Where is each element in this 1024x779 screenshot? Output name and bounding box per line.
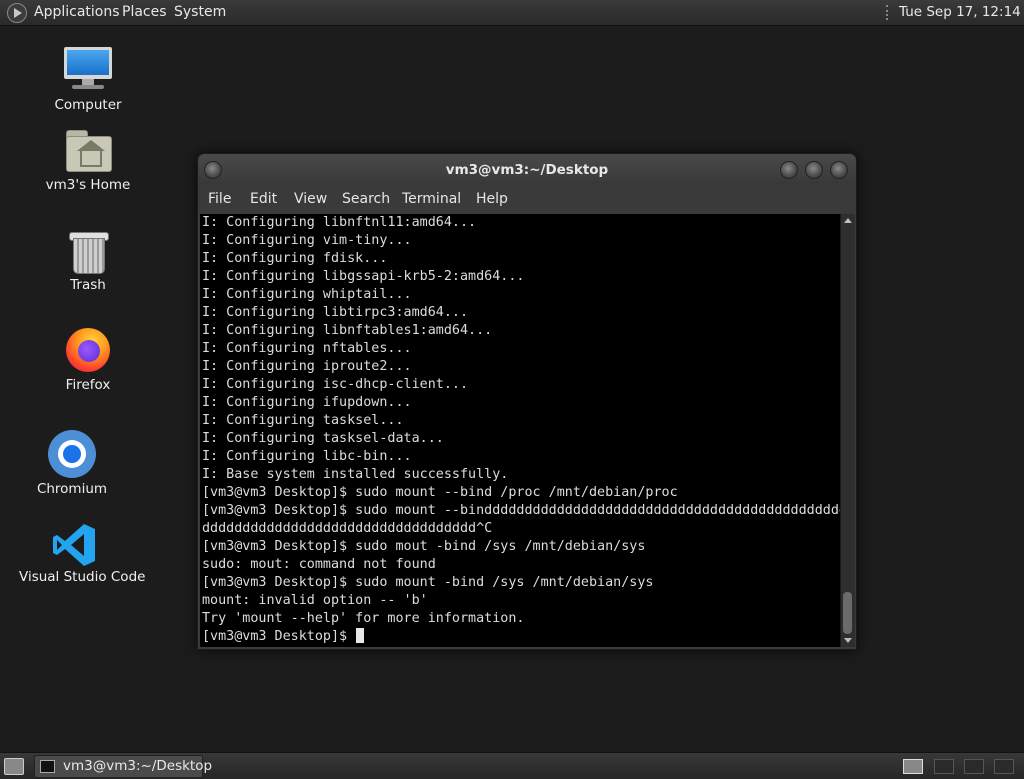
title-bar[interactable]: vm3@vm3:~/Desktop (198, 154, 856, 185)
desktop-icon-label: vm3's Home (45, 177, 131, 193)
desktop-icon-label: Firefox (65, 377, 111, 393)
terminal-line: I: Configuring libtirpc3:amd64... (202, 305, 469, 320)
computer-icon (64, 47, 112, 91)
desktop-icon-firefox[interactable]: Firefox (33, 328, 143, 398)
workspace-2[interactable] (934, 759, 954, 774)
firefox-icon (66, 328, 110, 372)
desktop-icon-label: Chromium (36, 481, 108, 497)
places-menu[interactable]: Places (122, 4, 167, 20)
prompt-line[interactable]: [vm3@vm3 Desktop]$ (202, 628, 840, 646)
menu-help[interactable]: Help (476, 191, 508, 207)
terminal-line: I: Configuring fdisk... (202, 251, 388, 266)
scroll-thumb[interactable] (843, 592, 852, 634)
terminal-line: I: Configuring libc-bin... (202, 449, 412, 464)
terminal-icon (40, 760, 55, 773)
desktop-icon-chromium[interactable]: Chromium (17, 430, 127, 500)
shell-prompt: [vm3@vm3 Desktop]$ (202, 629, 356, 644)
workspace-4[interactable] (994, 759, 1014, 774)
terminal-line: I: Configuring tasksel... (202, 413, 404, 428)
menu-file[interactable]: File (208, 191, 231, 207)
terminal-line: I: Configuring whiptail... (202, 287, 412, 302)
terminal-line: mount: invalid option -- 'b' (202, 593, 428, 608)
distro-logo-icon[interactable] (7, 3, 27, 23)
terminal-line: Try 'mount --help' for more information. (202, 611, 525, 626)
terminal-line: I: Configuring ifupdown... (202, 395, 412, 410)
maximize-button[interactable] (805, 161, 823, 179)
top-panel: Applications Places System Tue Sep 17, 1… (0, 0, 1024, 26)
bottom-panel: vm3@vm3:~/Desktop (0, 752, 1024, 779)
terminal-scrollbar[interactable] (840, 214, 855, 647)
terminal-line: I: Base system installed successfully. (202, 467, 509, 482)
terminal-line: dddddddddddddddddddddddddddddddddd^C (202, 521, 493, 536)
terminal-line: I: Configuring iproute2... (202, 359, 412, 374)
terminal-line: I: Configuring libnftables1:amd64... (202, 323, 493, 338)
terminal-line: [vm3@vm3 Desktop]$ sudo mount --binddddd… (202, 503, 840, 518)
terminal-output[interactable]: I: Configuring libnftnl11:amd64... I: Co… (200, 214, 840, 647)
desktop-icon-trash[interactable]: Trash (33, 228, 143, 298)
terminal-menu-bar: File Edit View Search Terminal Help (198, 185, 856, 214)
terminal-line: I: Configuring libnftnl11:amd64... (202, 215, 477, 230)
chromium-icon (48, 430, 96, 478)
system-menu[interactable]: System (174, 4, 226, 20)
window-title: vm3@vm3:~/Desktop (445, 162, 609, 178)
terminal-line: I: Configuring nftables... (202, 341, 412, 356)
desktop-icon-label: Visual Studio Code (19, 569, 146, 585)
taskbar-item-label: vm3@vm3:~/Desktop (63, 758, 213, 774)
scroll-down-arrow-icon[interactable] (844, 638, 852, 643)
terminal-line: I: Configuring isc-dhcp-client... (202, 377, 469, 392)
panel-separator (886, 5, 891, 20)
workspace-1[interactable] (903, 759, 923, 774)
terminal-line: I: Configuring tasksel-data... (202, 431, 444, 446)
menu-terminal[interactable]: Terminal (402, 191, 461, 207)
terminal-lines: I: Configuring libnftnl11:amd64... I: Co… (202, 214, 840, 646)
show-desktop-icon[interactable] (4, 758, 24, 775)
terminal-line: [vm3@vm3 Desktop]$ sudo mount -bind /sys… (202, 575, 654, 590)
menu-search[interactable]: Search (342, 191, 390, 207)
home-folder-icon (66, 130, 112, 172)
vscode-icon (51, 522, 97, 568)
menu-view[interactable]: View (294, 191, 327, 207)
taskbar-item-terminal[interactable]: vm3@vm3:~/Desktop (34, 755, 212, 778)
workspace-3[interactable] (964, 759, 984, 774)
minimize-button[interactable] (780, 161, 798, 179)
terminal-window[interactable]: vm3@vm3:~/Desktop File Edit View Search … (197, 153, 857, 650)
close-button[interactable] (830, 161, 848, 179)
applications-menu[interactable]: Applications (34, 4, 120, 20)
scroll-up-arrow-icon[interactable] (844, 218, 852, 223)
desktop-icon-vscode[interactable]: Visual Studio Code (19, 520, 146, 590)
desktop-icon-computer[interactable]: Computer (33, 45, 143, 117)
terminal-line: sudo: mout: command not found (202, 557, 436, 572)
text-cursor (356, 628, 365, 643)
menu-edit[interactable]: Edit (250, 191, 277, 207)
terminal-line: I: Configuring libgssapi-krb5-2:amd64... (202, 269, 525, 284)
trash-icon (69, 230, 109, 274)
terminal-line: [vm3@vm3 Desktop]$ sudo mount --bind /pr… (202, 485, 678, 500)
desktop-icon-label: Computer (54, 97, 122, 113)
desktop-icon-home[interactable]: vm3's Home (33, 128, 143, 198)
terminal-line: [vm3@vm3 Desktop]$ sudo mout -bind /sys … (202, 539, 646, 554)
clock[interactable]: Tue Sep 17, 12:14 AM (899, 4, 1024, 20)
desktop-icon-label: Trash (70, 277, 106, 293)
terminal-line: I: Configuring vim-tiny... (202, 233, 412, 248)
